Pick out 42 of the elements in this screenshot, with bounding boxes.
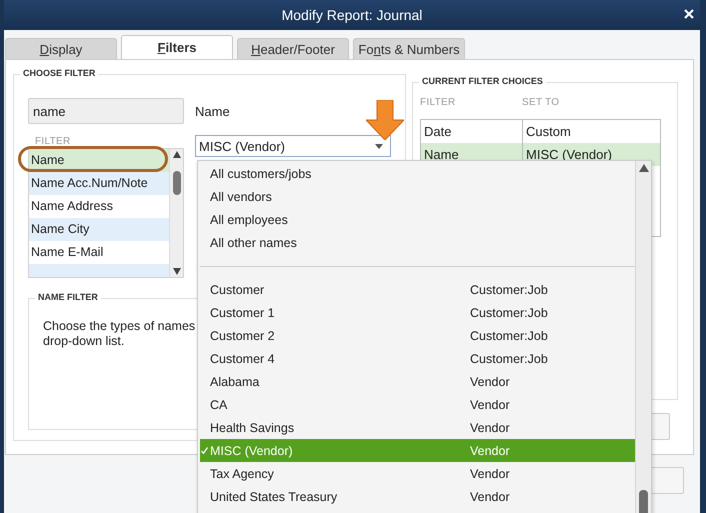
group-title: NAME FILTER: [35, 292, 101, 302]
scrollbar[interactable]: [635, 161, 651, 513]
column-header: FILTER: [35, 136, 72, 147]
window-title: Modify Report: Journal: [282, 7, 422, 23]
scroll-up-icon[interactable]: [638, 164, 648, 172]
dropdown-option[interactable]: Health Savings Vendor: [200, 416, 635, 439]
group-title: CHOOSE FILTER: [20, 68, 98, 78]
tab[interactable]: Fonts & Numbers: [353, 38, 465, 59]
dropdown-option[interactable]: Customer 1 Customer:Job: [200, 301, 635, 324]
group-title: CURRENT FILTER CHOICES: [419, 76, 546, 86]
help-text: Choose the types of names: [43, 319, 196, 334]
dropdown-option[interactable]: United States Treasury Vendor: [200, 485, 635, 508]
dropdown-option[interactable]: All customers/jobs: [198, 163, 635, 186]
table-cell-text: MISC (Vendor): [525, 146, 613, 164]
help-text: drop-down list.: [43, 334, 124, 349]
dropdown-option[interactable]: Alabama Vendor: [200, 370, 635, 393]
field-label: Name: [195, 104, 231, 119]
scroll-up-icon[interactable]: [172, 151, 180, 158]
close-icon[interactable]: [684, 9, 694, 19]
dropdown-option[interactable]: All other names: [198, 232, 635, 255]
tab[interactable]: Header/Footer: [237, 38, 349, 59]
scroll-thumb[interactable]: [639, 490, 648, 513]
search-field[interactable]: name: [28, 98, 184, 124]
column-header: FILTER: [420, 97, 457, 108]
arrow-icon: [366, 100, 404, 140]
name-dropdown[interactable]: MISC (Vendor): [195, 135, 391, 157]
tab[interactable]: Display: [5, 38, 117, 59]
caret-icon: [375, 144, 383, 148]
dropdown-option[interactable]: Customer Customer:Job: [200, 278, 635, 301]
dropdown-option[interactable]: Customer 4 Customer:Job: [200, 347, 635, 370]
scrollbar[interactable]: [169, 149, 183, 277]
table-cell-text: Custom: [525, 123, 572, 141]
column-header: SET TO: [522, 97, 560, 108]
dropdown-option[interactable]: All vendors: [198, 186, 635, 209]
dropdown-option[interactable]: All employees: [198, 209, 635, 232]
scroll-thumb[interactable]: [172, 171, 180, 195]
dropdown-option[interactable]: CA Vendor: [200, 393, 635, 416]
check-icon: [201, 447, 208, 454]
dropdown-option[interactable]: Customer 2 Customer:Job: [200, 324, 635, 347]
dropdown-option[interactable]: Tax Agency Vendor: [200, 462, 635, 485]
tab[interactable]: Filters: [121, 35, 233, 59]
scroll-down-icon[interactable]: [172, 268, 180, 275]
